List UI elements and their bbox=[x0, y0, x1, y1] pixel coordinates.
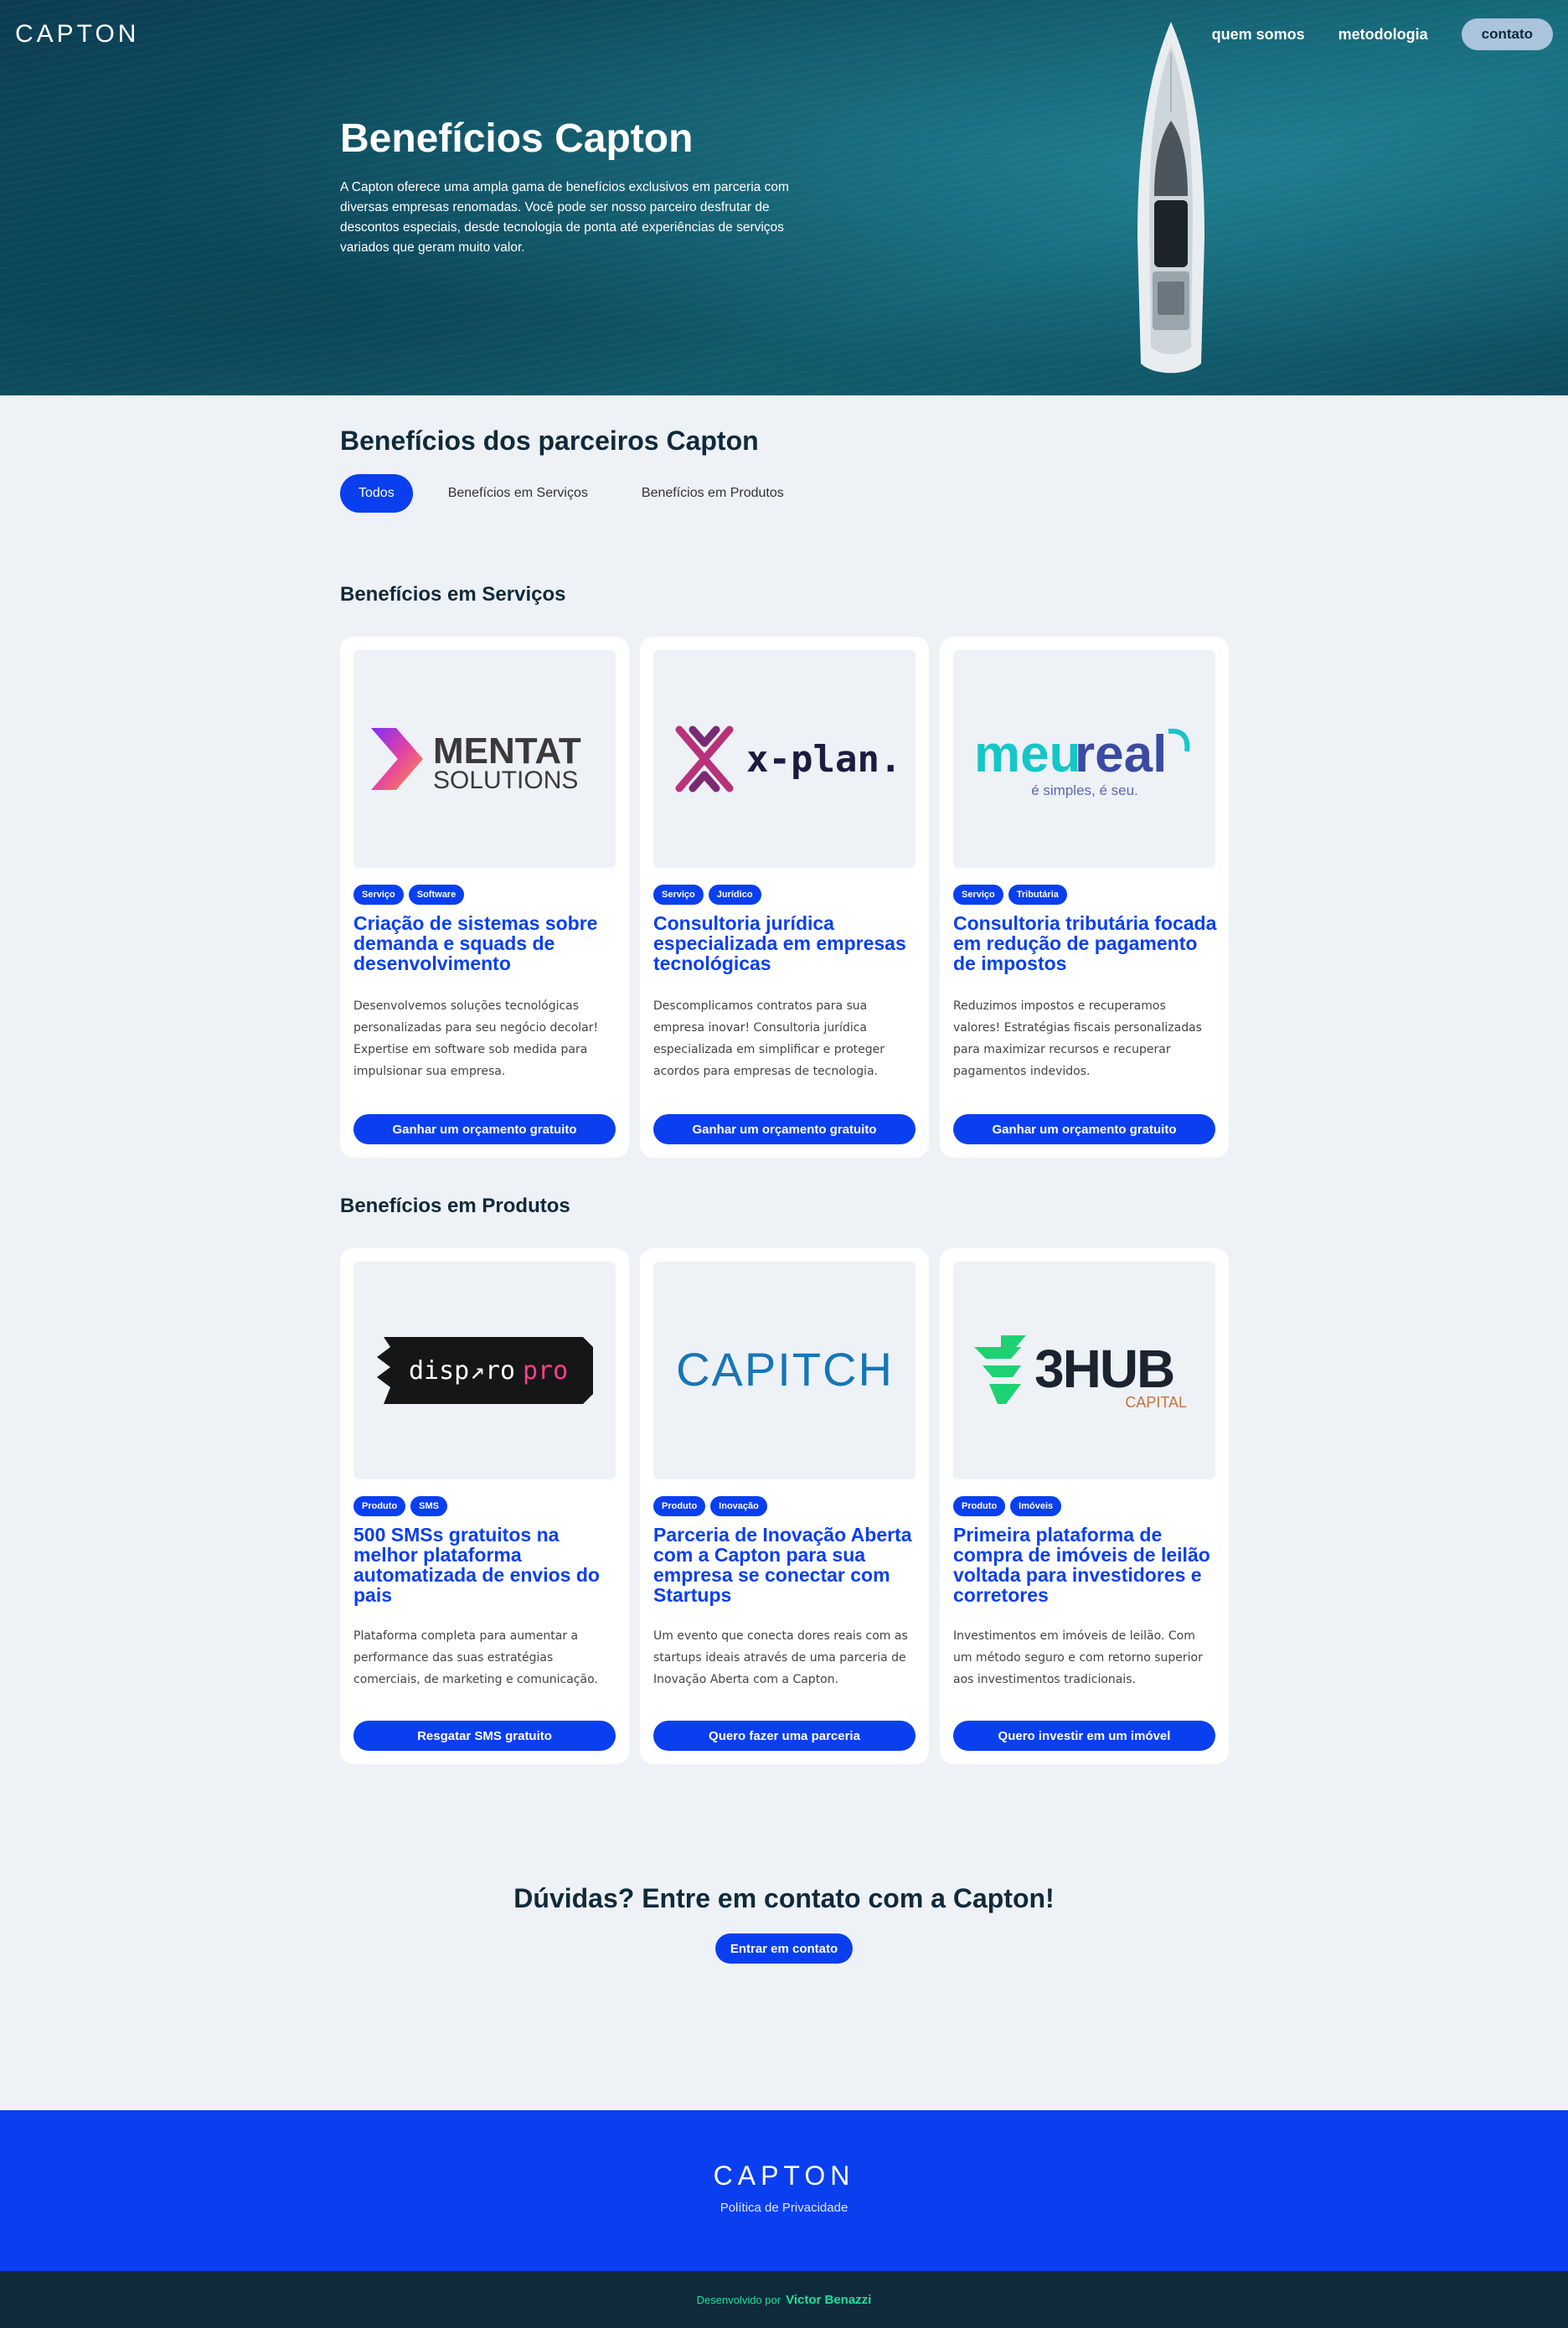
card-description: Plataforma completa para aumentar a perf… bbox=[353, 1629, 598, 1686]
quote-button[interactable]: Ganhar um orçamento gratuito bbox=[953, 1114, 1215, 1144]
contact-button[interactable]: contato bbox=[1461, 18, 1553, 50]
redeem-sms-button[interactable]: Resgatar SMS gratuito bbox=[353, 1721, 616, 1751]
tag: Produto bbox=[953, 1496, 1006, 1516]
services-cards: MENTAT SOLUTIONS Serviço Software Criaçã… bbox=[340, 637, 1229, 1158]
card-tags: Produto SMS bbox=[353, 1496, 448, 1516]
svg-text:disp: disp bbox=[409, 1356, 469, 1386]
cta-contact-button[interactable]: Entrar em contato bbox=[715, 1933, 853, 1964]
card-tags: Produto Inovação bbox=[653, 1496, 767, 1516]
svg-text:3HUB: 3HUB bbox=[1034, 1339, 1173, 1399]
tag: Produto bbox=[653, 1496, 706, 1516]
filter-tabs: Todos Benefícios em Serviços Benefícios … bbox=[340, 474, 802, 513]
card-tags: Serviço Jurídico bbox=[653, 885, 761, 905]
credits-bar: Desenvolvido por Victor Benazzi bbox=[0, 2271, 1568, 2328]
yacht-image bbox=[1137, 22, 1204, 374]
hero-title: Benefícios Capton bbox=[340, 116, 694, 161]
cta-title: Dúvidas? Entre em contato com a Capton! bbox=[513, 1883, 1055, 1913]
filter-servicos[interactable]: Benefícios em Serviços bbox=[430, 474, 606, 513]
products-title: Benefícios em Produtos bbox=[340, 1195, 570, 1217]
card-description: Descomplicamos contratos para sua empres… bbox=[653, 999, 885, 1078]
3hub-logo: 3HUB CAPITAL bbox=[953, 1262, 1215, 1479]
card-title: Consultoria tributária focada em redução… bbox=[953, 912, 1217, 974]
card-description: Investimentos em imóveis de leilão. Com … bbox=[953, 1629, 1203, 1686]
partnership-button[interactable]: Quero fazer uma parceria bbox=[653, 1721, 916, 1751]
filter-todos[interactable]: Todos bbox=[340, 474, 413, 513]
svg-text:real: real bbox=[1075, 725, 1167, 783]
svg-text:pro: pro bbox=[523, 1356, 568, 1386]
tag: SMS bbox=[410, 1496, 448, 1516]
meureal-logo: meu real é simples, é seu. bbox=[953, 650, 1215, 868]
meureal-swoosh-icon bbox=[1168, 728, 1189, 752]
tag: Serviço bbox=[953, 885, 1003, 905]
invest-button[interactable]: Quero investir em um imóvel bbox=[953, 1721, 1215, 1751]
filter-produtos[interactable]: Benefícios em Produtos bbox=[623, 474, 802, 513]
svg-text:meu: meu bbox=[974, 725, 1081, 783]
footer: CAPTON Política de Privacidade bbox=[0, 2110, 1568, 2271]
service-card-mentat: MENTAT SOLUTIONS Serviço Software Criaçã… bbox=[340, 637, 629, 1158]
nav-metodologia[interactable]: metodologia bbox=[1338, 26, 1428, 44]
disparopro-logo: disp ↗ ro pro bbox=[353, 1262, 616, 1479]
svg-text:MENTAT: MENTAT bbox=[433, 730, 581, 772]
3hub-mark-icon bbox=[973, 1335, 1026, 1404]
quote-button[interactable]: Ganhar um orçamento gratuito bbox=[653, 1114, 916, 1144]
svg-text:SOLUTIONS: SOLUTIONS bbox=[433, 767, 578, 794]
product-card-disparopro: disp ↗ ro pro Produto SMS 500 SMSs gratu… bbox=[340, 1248, 629, 1764]
card-description: Um evento que conecta dores reais com as… bbox=[653, 1629, 908, 1686]
service-card-meureal: meu real é simples, é seu. Serviço Tribu… bbox=[940, 637, 1229, 1158]
xplan-mark-icon bbox=[675, 725, 733, 792]
footer-logo[interactable]: CAPTON bbox=[0, 2160, 1568, 2191]
product-card-capitch: CAPITCH Produto Inovação Parceria de Ino… bbox=[640, 1248, 929, 1764]
main-nav: quem somos metodologia contato bbox=[1212, 18, 1553, 50]
tag: Software bbox=[408, 885, 465, 905]
svg-text:é simples, é seu.: é simples, é seu. bbox=[1031, 782, 1138, 798]
svg-text:CAPITCH: CAPITCH bbox=[676, 1343, 894, 1396]
tag: Tributária bbox=[1008, 885, 1067, 905]
card-title: Consultoria jurídica especializada em em… bbox=[653, 912, 906, 974]
card-title: Criação de sistemas sobre demanda e squa… bbox=[353, 912, 598, 974]
products-cards: disp ↗ ro pro Produto SMS 500 SMSs gratu… bbox=[340, 1248, 1229, 1764]
tag: Jurídico bbox=[708, 885, 761, 905]
product-card-3hub: 3HUB CAPITAL Produto Imóveis Primeira pl… bbox=[940, 1248, 1229, 1764]
card-title: Parceria de Inovação Aberta com a Capton… bbox=[653, 1524, 912, 1606]
credit-prefix: Desenvolvido por bbox=[696, 2293, 781, 2306]
tag: Imóveis bbox=[1010, 1496, 1062, 1516]
credit-author-link[interactable]: Victor Benazzi bbox=[786, 2293, 871, 2307]
privacy-policy-link[interactable]: Política de Privacidade bbox=[0, 2201, 1568, 2215]
quote-button[interactable]: Ganhar um orçamento gratuito bbox=[353, 1114, 616, 1144]
services-title: Benefícios em Serviços bbox=[340, 583, 566, 606]
card-tags: Produto Imóveis bbox=[953, 1496, 1062, 1516]
card-tags: Serviço Software bbox=[353, 885, 465, 905]
disparopro-arrow-icon: ↗ bbox=[470, 1356, 485, 1386]
mentat-logo: MENTAT SOLUTIONS bbox=[353, 650, 616, 868]
tag: Serviço bbox=[653, 885, 704, 905]
mentat-chevron-icon: MENTAT SOLUTIONS bbox=[370, 728, 581, 794]
capitch-logo: CAPITCH bbox=[653, 1262, 916, 1479]
hero-description: A Capton oferece uma ampla gama de benef… bbox=[340, 180, 789, 255]
svg-text:x-plan.: x-plan. bbox=[746, 738, 901, 781]
svg-text:CAPITAL: CAPITAL bbox=[1125, 1394, 1187, 1411]
partners-title: Benefícios dos parceiros Capton bbox=[340, 426, 759, 456]
capton-logo[interactable]: CAPTON bbox=[15, 20, 139, 49]
tag: Serviço bbox=[353, 885, 404, 905]
tag: Inovação bbox=[710, 1496, 767, 1516]
svg-text:ro: ro bbox=[485, 1356, 515, 1386]
card-description: Desenvolvemos soluções tecnológicas pers… bbox=[353, 999, 599, 1078]
card-description: Reduzimos impostos e recuperamos valores… bbox=[953, 999, 1202, 1078]
card-title: 500 SMSs gratuitos na melhor plataforma … bbox=[353, 1524, 600, 1606]
card-title: Primeira plataforma de compra de imóveis… bbox=[953, 1524, 1210, 1606]
card-tags: Serviço Tributária bbox=[953, 885, 1067, 905]
hero-banner: CAPTON quem somos metodologia contato Be… bbox=[0, 0, 1568, 395]
service-card-xplan: x-plan. Serviço Jurídico Consultoria jur… bbox=[640, 637, 929, 1158]
xplan-logo: x-plan. bbox=[653, 650, 916, 868]
nav-quem-somos[interactable]: quem somos bbox=[1212, 26, 1305, 44]
tag: Produto bbox=[353, 1496, 406, 1516]
